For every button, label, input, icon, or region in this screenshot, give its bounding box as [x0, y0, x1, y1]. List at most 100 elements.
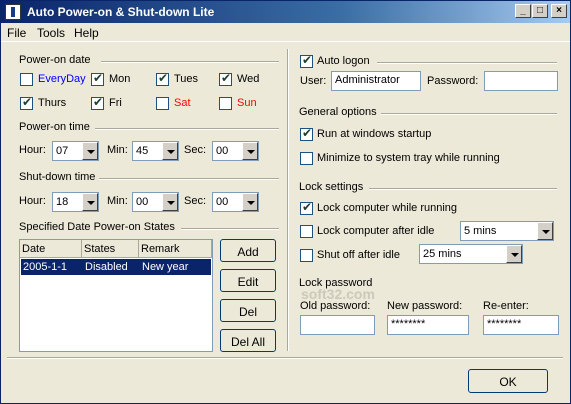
- section-divider: [181, 228, 279, 230]
- fri-checkbox[interactable]: [91, 95, 104, 110]
- run-at-startup-label: Run at windows startup: [317, 128, 432, 140]
- del-all-button-label: Del All: [230, 335, 265, 349]
- title-bar[interactable]: Auto Power-on & Shut-down Lite _ □ ×: [1, 1, 570, 23]
- shut-off-idle-select[interactable]: 25 mins: [419, 244, 523, 264]
- column-header-date[interactable]: Date: [20, 240, 82, 258]
- mon-checkbox[interactable]: [91, 71, 104, 86]
- shut-down-sec-label: Sec:: [184, 195, 207, 207]
- close-button[interactable]: ×: [551, 4, 567, 18]
- logon-password-field[interactable]: [484, 71, 558, 91]
- logon-password-label: Password:: [427, 75, 479, 87]
- thurs-label: Thurs: [38, 97, 67, 109]
- fri-label: Fri: [109, 97, 122, 109]
- shut-down-time-heading: Shut-down time: [19, 171, 96, 183]
- minimize-to-tray-checkbox[interactable]: [300, 152, 313, 165]
- table-row[interactable]: 2005-1-1 Disabled New year: [21, 259, 211, 275]
- panel-divider: [287, 49, 289, 351]
- window-title: Auto Power-on & Shut-down Lite: [27, 5, 215, 19]
- menu-help[interactable]: Help: [74, 26, 99, 40]
- menu-tools[interactable]: Tools: [37, 26, 65, 40]
- app-icon: [5, 4, 21, 20]
- tues-checkbox[interactable]: [156, 71, 169, 86]
- power-on-sec-label: Sec:: [184, 144, 207, 156]
- specified-dates-list[interactable]: Date States Remark 2005-1-1 Disabled New…: [19, 239, 213, 352]
- edit-button-label: Edit: [237, 275, 259, 289]
- auto-logon-checkbox[interactable]: [300, 53, 313, 68]
- footer-divider: [7, 357, 563, 359]
- column-header-remark[interactable]: Remark: [139, 240, 212, 258]
- sun-checkbox[interactable]: [219, 97, 232, 110]
- power-on-time-heading: Power-on time: [19, 121, 90, 133]
- lock-after-idle-label: Lock computer after idle: [317, 225, 435, 237]
- sat-checkbox[interactable]: [156, 97, 169, 110]
- chevron-down-icon[interactable]: [537, 222, 553, 240]
- menu-bar: File Tools Help: [1, 23, 570, 42]
- shut-off-idle-label: Shut off after idle: [317, 249, 400, 261]
- power-on-min-select[interactable]: 45: [132, 141, 179, 161]
- old-password-field[interactable]: [300, 315, 375, 335]
- column-header-states[interactable]: States: [82, 240, 139, 258]
- power-on-sec-value: 00: [216, 145, 229, 157]
- wed-label: Wed: [237, 73, 260, 85]
- chevron-down-icon[interactable]: [82, 142, 98, 160]
- add-button[interactable]: Add: [220, 239, 276, 262]
- section-divider: [99, 178, 279, 180]
- power-on-hour-select[interactable]: 07: [52, 141, 99, 161]
- minimize-button[interactable]: _: [515, 4, 531, 18]
- chevron-down-icon[interactable]: [506, 245, 522, 263]
- maximize-button[interactable]: □: [532, 4, 548, 18]
- menu-file[interactable]: File: [7, 26, 26, 40]
- shut-down-hour-select[interactable]: 18: [52, 192, 99, 212]
- shut-down-sec-select[interactable]: 00: [212, 192, 259, 212]
- edit-button[interactable]: Edit: [220, 269, 276, 292]
- shut-down-hour-label: Hour:: [19, 195, 46, 207]
- tues-label: Tues: [174, 73, 199, 85]
- chevron-down-icon[interactable]: [242, 193, 258, 211]
- lock-after-idle-checkbox[interactable]: [300, 225, 313, 238]
- minimize-to-tray-label: Minimize to system tray while running: [317, 152, 500, 164]
- new-password-label: New password:: [387, 300, 463, 312]
- chevron-down-icon[interactable]: [242, 142, 258, 160]
- run-at-startup-checkbox[interactable]: [300, 126, 313, 141]
- power-on-hour-value: 07: [56, 145, 69, 157]
- main-window: Auto Power-on & Shut-down Lite _ □ × Fil…: [0, 0, 571, 404]
- section-divider: [101, 61, 279, 63]
- wed-checkbox[interactable]: [219, 71, 232, 86]
- everyday-checkbox[interactable]: [20, 73, 33, 86]
- row-date: 2005-1-1: [23, 261, 68, 273]
- shut-down-min-select[interactable]: 00: [132, 192, 179, 212]
- new-password-field[interactable]: ********: [387, 315, 469, 335]
- thurs-checkbox[interactable]: [20, 95, 33, 110]
- lock-while-running-label: Lock computer while running: [317, 202, 458, 214]
- chevron-down-icon[interactable]: [162, 142, 178, 160]
- ok-button-label: OK: [499, 375, 517, 389]
- del-button[interactable]: Del: [220, 299, 276, 322]
- reenter-label: Re-enter:: [483, 300, 529, 312]
- power-on-hour-label: Hour:: [19, 144, 46, 156]
- power-on-sec-select[interactable]: 00: [212, 141, 259, 161]
- shut-off-idle-value: 25 mins: [423, 248, 462, 260]
- power-on-min-label: Min:: [107, 144, 128, 156]
- lock-while-running-checkbox[interactable]: [300, 200, 313, 215]
- reenter-password-field[interactable]: ********: [483, 315, 559, 335]
- everyday-label: EveryDay: [38, 73, 86, 85]
- ok-button[interactable]: OK: [468, 369, 548, 393]
- row-state: Disabled: [85, 261, 128, 273]
- chevron-down-icon[interactable]: [82, 193, 98, 211]
- lock-settings-heading: Lock settings: [299, 181, 364, 193]
- general-options-heading: General options: [299, 106, 377, 118]
- power-on-date-heading: Power-on date: [19, 54, 91, 66]
- shut-down-sec-value: 00: [216, 196, 229, 208]
- auto-logon-label: Auto logon: [317, 55, 370, 67]
- shut-down-min-label: Min:: [107, 195, 128, 207]
- power-on-min-value: 45: [136, 145, 149, 157]
- lock-idle-select[interactable]: 5 mins: [460, 221, 554, 241]
- specified-dates-heading: Specified Date Power-on States: [19, 221, 175, 233]
- lock-idle-value: 5 mins: [464, 225, 497, 237]
- section-divider: [369, 188, 557, 190]
- del-all-button[interactable]: Del All: [220, 329, 276, 352]
- user-field[interactable]: Administrator: [331, 71, 421, 91]
- shut-off-idle-checkbox[interactable]: [300, 249, 313, 262]
- chevron-down-icon[interactable]: [162, 193, 178, 211]
- user-label: User:: [300, 75, 327, 87]
